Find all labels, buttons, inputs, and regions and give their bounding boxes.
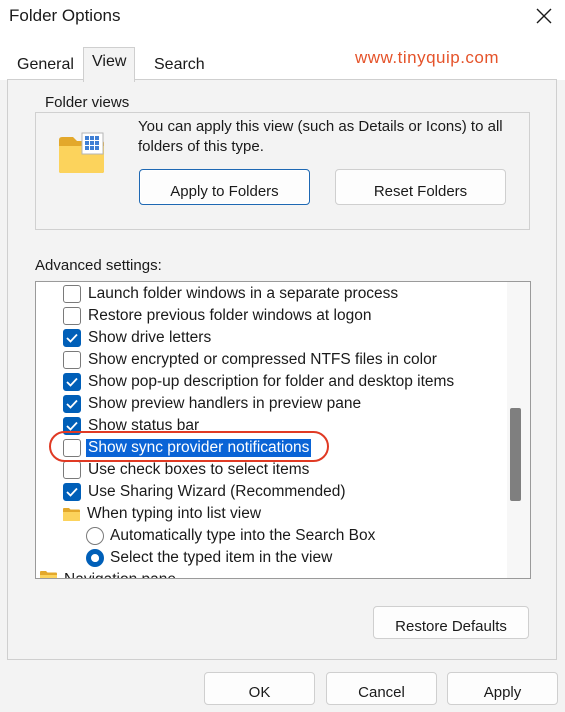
- restore-defaults-button[interactable]: Restore Defaults: [373, 606, 529, 639]
- reset-folders-button[interactable]: Reset Folders: [335, 169, 506, 205]
- setting-label: Select the typed item in the view: [110, 549, 333, 566]
- setting-select-typed-item[interactable]: Select the typed item in the view: [86, 547, 332, 569]
- checkbox[interactable]: [63, 285, 81, 303]
- setting-use-sharing-wizard[interactable]: Use Sharing Wizard (Recommended): [63, 481, 346, 503]
- checkbox[interactable]: [63, 329, 81, 347]
- check-icon: [66, 421, 78, 431]
- folder-views-description: You can apply this view (such as Details…: [138, 118, 503, 155]
- checkbox[interactable]: [63, 307, 81, 325]
- tab-view[interactable]: View: [83, 47, 136, 82]
- apply-to-folders-button[interactable]: Apply to Folders: [139, 169, 310, 205]
- folder-views-icon: [59, 132, 104, 173]
- setting-label: Restore previous folder windows at logon: [88, 307, 372, 324]
- scrollbar-thumb[interactable]: [510, 408, 521, 501]
- advanced-settings-label: Advanced settings:: [35, 257, 162, 274]
- apply-button[interactable]: Apply: [447, 672, 558, 705]
- setting-label: Automatically type into the Search Box: [110, 527, 376, 544]
- close-button[interactable]: [529, 2, 559, 30]
- checkbox[interactable]: [63, 351, 81, 369]
- setting-label: Navigation pane: [64, 569, 176, 578]
- check-icon: [66, 377, 78, 387]
- checkbox[interactable]: [63, 483, 81, 501]
- setting-label: When typing into list view: [87, 505, 262, 522]
- setting-label: Launch folder windows in a separate proc…: [88, 285, 399, 302]
- title-bar: Folder Options: [0, 0, 565, 34]
- setting-label: Show status bar: [88, 417, 200, 434]
- tab-search[interactable]: Search: [146, 51, 213, 80]
- checkbox[interactable]: [63, 461, 81, 479]
- setting-restore-previous-windows[interactable]: Restore previous folder windows at logon: [63, 305, 371, 327]
- setting-group-navigation-pane: Navigation pane: [40, 569, 176, 578]
- setting-use-check-boxes[interactable]: Use check boxes to select items: [63, 459, 309, 481]
- setting-label: Use Sharing Wizard (Recommended): [88, 483, 346, 500]
- checkbox[interactable]: [63, 439, 81, 457]
- radio-button[interactable]: [86, 527, 104, 545]
- setting-group-typing-list-view: When typing into list view: [63, 503, 261, 525]
- folder-views-title: Folder views: [42, 94, 133, 111]
- tab-strip: General View Search www.tinyquip.com: [0, 34, 565, 82]
- check-icon: [66, 487, 78, 497]
- checkbox[interactable]: [63, 395, 81, 413]
- setting-type-into-search-box[interactable]: Automatically type into the Search Box: [86, 525, 375, 547]
- setting-show-drive-letters[interactable]: Show drive letters: [63, 327, 211, 349]
- setting-label: Show encrypted or compressed NTFS files …: [88, 351, 437, 368]
- window-title: Folder Options: [9, 6, 121, 25]
- setting-show-popup-description[interactable]: Show pop-up description for folder and d…: [63, 371, 454, 393]
- check-icon: [66, 399, 78, 409]
- ok-button[interactable]: OK: [204, 672, 315, 705]
- setting-label: Show pop-up description for folder and d…: [88, 373, 455, 390]
- checkbox[interactable]: [63, 373, 81, 391]
- setting-show-preview-handlers[interactable]: Show preview handlers in preview pane: [63, 393, 361, 415]
- setting-show-status-bar[interactable]: Show status bar: [63, 415, 199, 437]
- setting-show-encrypted-color[interactable]: Show encrypted or compressed NTFS files …: [63, 349, 437, 371]
- check-icon: [66, 333, 78, 343]
- setting-label: Show preview handlers in preview pane: [88, 395, 362, 412]
- setting-show-sync-provider-notifications[interactable]: Show sync provider notifications: [63, 437, 312, 459]
- setting-label-selected: Show sync provider notifications: [86, 439, 312, 457]
- tab-general[interactable]: General: [9, 51, 82, 80]
- radio-button[interactable]: [86, 549, 104, 567]
- folder-icon: [63, 508, 80, 521]
- close-icon: [536, 8, 552, 24]
- setting-label: Use check boxes to select items: [88, 461, 310, 478]
- watermark-text: www.tinyquip.com: [355, 48, 500, 67]
- setting-label: Show drive letters: [88, 329, 212, 346]
- cancel-button[interactable]: Cancel: [326, 672, 437, 705]
- checkbox[interactable]: [63, 417, 81, 435]
- setting-launch-separate-process[interactable]: Launch folder windows in a separate proc…: [63, 283, 398, 305]
- folder-icon: [40, 571, 57, 578]
